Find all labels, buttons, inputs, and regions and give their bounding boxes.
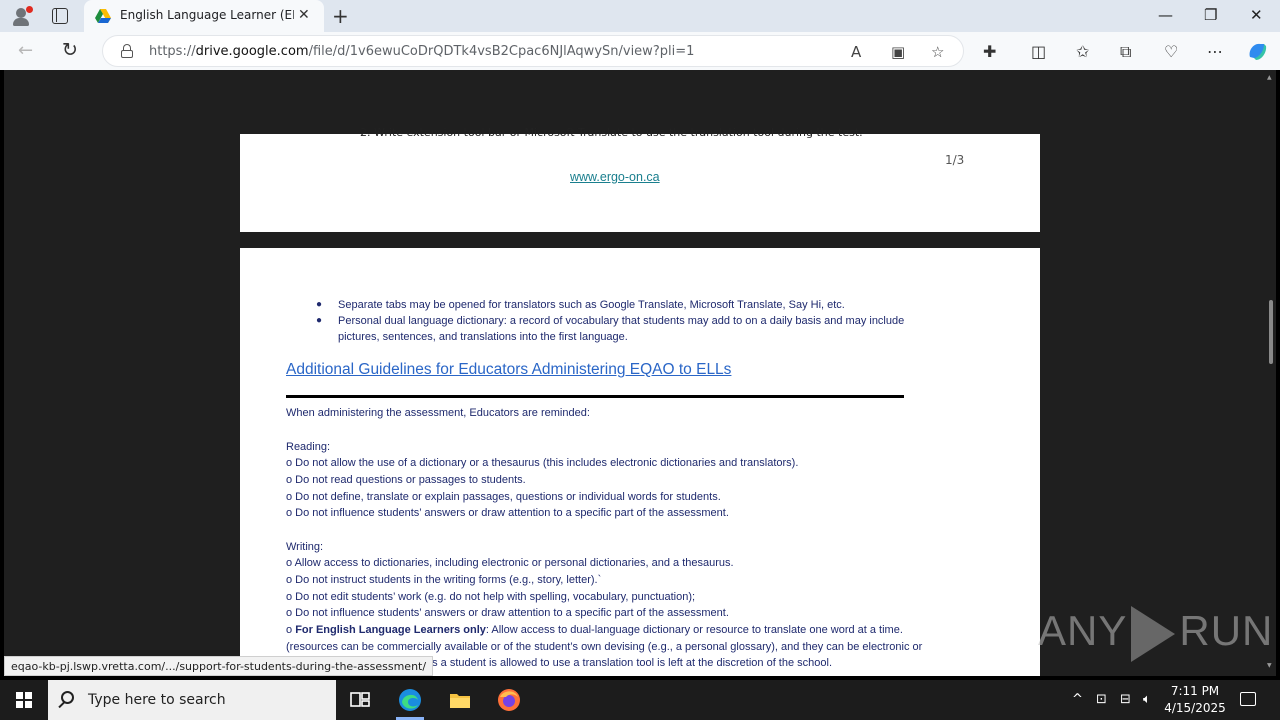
taskbar-search-box[interactable]: Type here to search: [48, 680, 336, 720]
file-explorer-icon[interactable]: [448, 688, 472, 712]
edge-browser-icon[interactable]: [398, 688, 422, 712]
search-icon: [61, 691, 74, 704]
address-bar[interactable]: https://drive.google.com/file/d/1v6ewuCo…: [102, 35, 964, 67]
tab-title: English Language Learner (ELL) P: [120, 8, 294, 22]
list-item: o Do not influence students’ answers or …: [286, 507, 729, 519]
back-arrow-icon[interactable]: ←: [18, 40, 33, 61]
list-item: o Do not define, translate or explain pa…: [286, 491, 721, 503]
read-aloud-icon[interactable]: A: [851, 43, 861, 61]
lock-icon[interactable]: [121, 44, 133, 58]
split-screen-icon[interactable]: ◫: [1031, 42, 1046, 61]
windows-taskbar: Type here to search ^ ⊡ ⊟ 🔈︎ 7:11 PM 4/1…: [0, 680, 1280, 720]
play-triangle-icon: [1131, 606, 1176, 662]
tab-actions-icon[interactable]: [52, 8, 68, 24]
clock-time: 7:11 PM: [1170, 684, 1220, 698]
list-item: o Do not influence students’ answers or …: [286, 607, 729, 619]
list-item: ● Personal dual language dictionary: a r…: [316, 315, 905, 327]
scrollbar-thumb[interactable]: [1269, 300, 1273, 364]
extensions-icon[interactable]: ✚: [983, 42, 996, 61]
task-view-icon[interactable]: [348, 688, 372, 712]
collections-icon[interactable]: ⧉: [1120, 42, 1131, 62]
browser-title-bar: English Language Learner (ELL) P ✕ + — ❐…: [0, 0, 1280, 32]
list-item-ell-continuation: es a student is allowed to use a transla…: [426, 657, 833, 669]
favorites-icon[interactable]: ✩: [1076, 42, 1089, 61]
list-item-ell: o For English Language Learners only: Al…: [286, 624, 903, 636]
google-drive-icon: [95, 9, 111, 23]
copilot-icon[interactable]: [1246, 40, 1268, 62]
list-item: o Do not read questions or passages to s…: [286, 474, 526, 486]
heading-divider: [286, 395, 904, 398]
list-item: o Allow access to dictionaries, includin…: [286, 557, 734, 569]
taskbar-clock[interactable]: 7:11 PM 4/15/2025: [1160, 683, 1230, 717]
page-number: 1/3: [945, 153, 965, 167]
footer-link[interactable]: www.ergo-on.ca: [570, 170, 660, 184]
document-page-2: ● Separate tabs may be opened for transl…: [240, 248, 1040, 676]
network-status-icon[interactable]: ⊡: [1096, 692, 1107, 707]
link-status-bubble: eqao-kb-pj.lswp.vretta.com/.../support-f…: [4, 656, 434, 676]
partial-text-line: 2. Write extension tool bar or Microsoft…: [360, 126, 863, 139]
scroll-up-icon[interactable]: ▲: [1267, 74, 1272, 81]
new-tab-icon[interactable]: +: [332, 4, 349, 28]
clock-date: 4/15/2025: [1164, 701, 1226, 715]
document-page-1: 2. Write extension tool bar or Microsoft…: [240, 126, 1040, 232]
window-close-icon[interactable]: ✕: [1250, 6, 1263, 24]
firefox-icon[interactable]: [497, 688, 521, 712]
restore-icon[interactable]: ❐: [1204, 6, 1217, 24]
vertical-scrollbar[interactable]: ▲ ▼: [1266, 70, 1276, 676]
tab-active[interactable]: English Language Learner (ELL) P ✕: [84, 0, 324, 32]
list-item: ● Separate tabs may be opened for transl…: [316, 299, 845, 311]
immersive-reader-icon[interactable]: ▣: [891, 43, 905, 61]
intro-text: When administering the assessment, Educa…: [286, 407, 590, 419]
list-item-ell-continuation: (resources can be commercially available…: [286, 641, 923, 653]
browser-essentials-icon[interactable]: ♡: [1164, 42, 1178, 61]
list-item-continuation: pictures, sentences, and translations in…: [338, 331, 628, 343]
scroll-down-icon[interactable]: ▼: [1267, 662, 1272, 669]
pdf-viewer[interactable]: 2. Write extension tool bar or Microsoft…: [4, 70, 1276, 676]
anyrun-watermark: ANY RUN: [1038, 606, 1273, 662]
show-hidden-icons-chevron-icon[interactable]: ^: [1072, 692, 1083, 707]
bullet-icon: ●: [316, 299, 323, 310]
volume-icon[interactable]: 🔈︎: [1143, 692, 1151, 707]
favorite-star-icon[interactable]: ☆: [931, 43, 944, 61]
reading-label: Reading:: [286, 441, 331, 453]
writing-label: Writing:: [286, 541, 324, 553]
list-item: o Do not edit students’ work (e.g. do no…: [286, 591, 696, 603]
list-item: o Do not instruct students in the writin…: [286, 574, 602, 586]
settings-more-icon[interactable]: ⋯: [1207, 42, 1223, 61]
profile-avatar-icon[interactable]: [10, 6, 33, 28]
refresh-icon[interactable]: ↻: [62, 39, 78, 61]
ethernet-icon[interactable]: ⊟: [1120, 692, 1131, 707]
search-placeholder: Type here to search: [88, 692, 226, 708]
bullet-icon: ●: [316, 315, 323, 326]
section-heading[interactable]: Additional Guidelines for Educators Admi…: [286, 361, 731, 379]
minimize-icon[interactable]: —: [1158, 6, 1173, 24]
tab-close-icon[interactable]: ✕: [298, 7, 310, 23]
windows-start-icon[interactable]: [16, 692, 32, 708]
notifications-icon[interactable]: [1240, 692, 1256, 706]
list-item: o Do not allow the use of a dictionary o…: [286, 457, 799, 469]
url-text[interactable]: https://drive.google.com/file/d/1v6ewuCo…: [149, 44, 694, 59]
